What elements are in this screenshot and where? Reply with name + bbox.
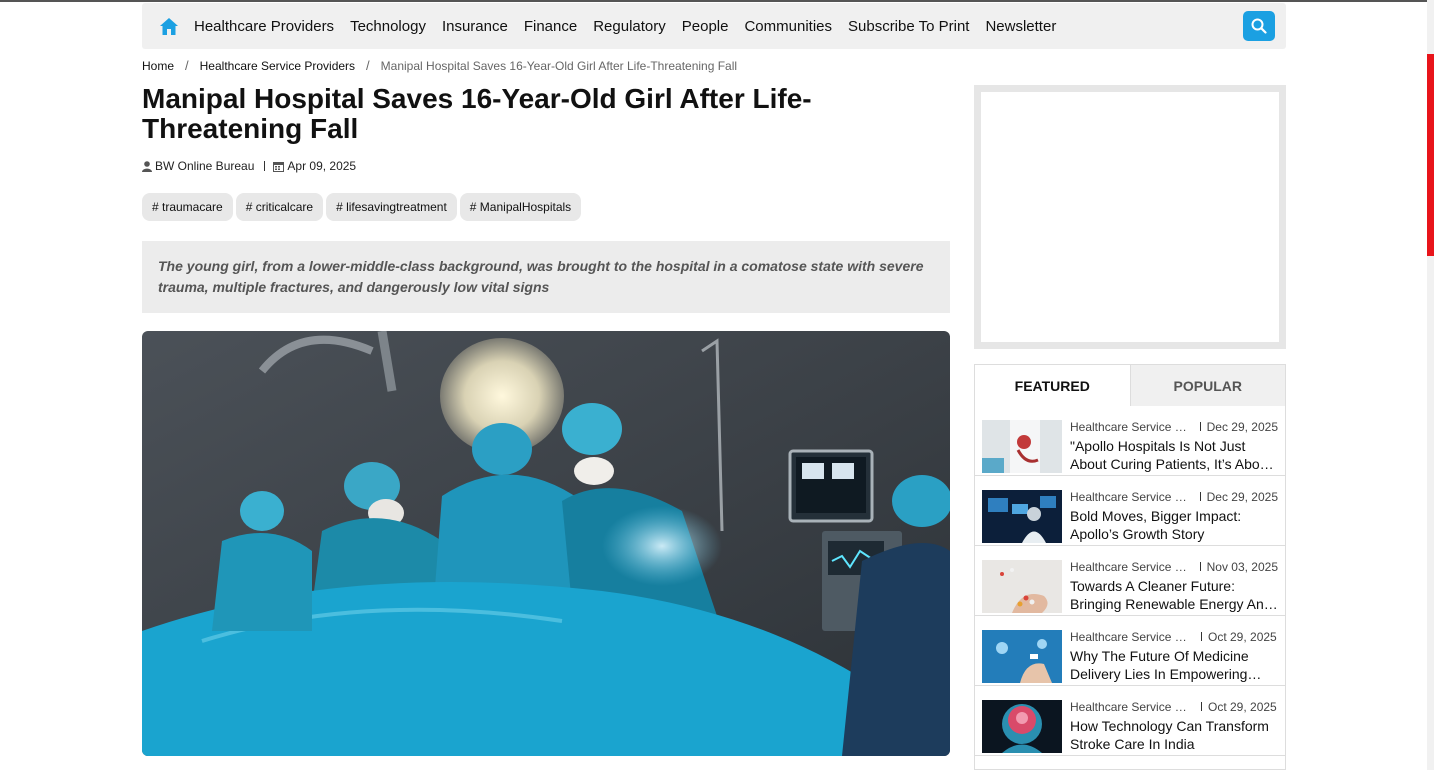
breadcrumb-current: Manipal Hospital Saves 16-Year-Old Girl … [380, 58, 738, 73]
item-divider [1199, 422, 1201, 431]
breadcrumb-home[interactable]: Home [142, 59, 174, 73]
list-item[interactable]: Healthcare Service Providers Dec 29, 2025… [975, 476, 1285, 546]
item-headline[interactable]: How Technology Can Transform Stroke Care… [1070, 717, 1278, 753]
item-date: Dec 29, 2025 [1206, 419, 1278, 434]
ad-slot [974, 85, 1286, 349]
article-summary: The young girl, from a lower-middle-clas… [142, 241, 950, 313]
item-category[interactable]: Healthcare Service Providers [1070, 700, 1192, 714]
calendar-icon [273, 161, 285, 172]
publish-date: Apr 09, 2025 [287, 159, 357, 173]
list-item[interactable]: Healthcare Service Providers Oct 29, 2025… [975, 616, 1285, 686]
thumbnail-image[interactable] [982, 420, 1062, 473]
item-category[interactable]: Healthcare Service Providers [1070, 560, 1191, 574]
main-nav: Healthcare Providers Technology Insuranc… [142, 3, 1286, 49]
nav-item-people[interactable]: People [682, 18, 729, 35]
tag-criticalcare[interactable]: # criticalcare [235, 193, 324, 221]
user-icon [142, 160, 152, 172]
item-category[interactable]: Healthcare Service Providers [1070, 630, 1192, 644]
item-headline[interactable]: Bold Moves, Bigger Impact: Apollo’s Grow… [1070, 507, 1278, 543]
article-meta: BW Online Bureau Apr 09, 2025 [142, 159, 356, 173]
breadcrumb-separator: / [366, 58, 370, 73]
tag-lifesavingtreatment[interactable]: # lifesavingtreatment [326, 193, 457, 221]
tag-traumacare[interactable]: # traumacare [142, 193, 233, 221]
item-divider [1201, 632, 1202, 641]
nav-item-healthcare-providers[interactable]: Healthcare Providers [194, 18, 334, 35]
item-date: Oct 29, 2025 [1208, 629, 1277, 644]
item-date: Dec 29, 2025 [1206, 489, 1278, 504]
thumbnail-image[interactable] [982, 630, 1062, 683]
list-item[interactable]: Healthcare Service Providers Oct 29, 2025… [975, 686, 1285, 756]
sidebar-tabs: FEATURED POPULAR [974, 364, 1286, 406]
item-category[interactable]: Healthcare Service Providers [1070, 490, 1191, 504]
author-name[interactable]: BW Online Bureau [155, 159, 254, 173]
meta-divider [264, 161, 266, 171]
top-border [0, 0, 1434, 2]
item-divider [1199, 492, 1201, 501]
item-divider [1199, 562, 1201, 571]
thumbnail-image[interactable] [982, 560, 1062, 613]
search-button[interactable] [1243, 11, 1275, 41]
featured-list: Healthcare Service Providers Dec 29, 2025… [974, 406, 1286, 770]
home-icon[interactable] [158, 15, 180, 37]
item-headline[interactable]: "Apollo Hospitals Is Not Just About Curi… [1070, 437, 1278, 473]
item-date: Oct 29, 2025 [1208, 699, 1277, 714]
search-icon [1251, 18, 1267, 34]
breadcrumb: Home / Healthcare Service Providers / Ma… [142, 58, 737, 73]
tag-manipalhospitals[interactable]: # ManipalHospitals [459, 193, 582, 221]
breadcrumb-section[interactable]: Healthcare Service Providers [200, 59, 355, 73]
tag-list: # traumacare # criticalcare # lifesaving… [142, 193, 584, 221]
item-date: Nov 03, 2025 [1206, 559, 1278, 574]
list-item[interactable]: Healthcare Service Providers Nov 03, 2025… [975, 546, 1285, 616]
nav-item-regulatory[interactable]: Regulatory [593, 18, 666, 35]
item-category[interactable]: Healthcare Service Providers [1070, 420, 1191, 434]
item-headline[interactable]: Towards A Cleaner Future: Bringing Renew… [1070, 577, 1278, 613]
page-title: Manipal Hospital Saves 16-Year-Old Girl … [142, 83, 812, 144]
nav-item-communities[interactable]: Communities [744, 18, 832, 35]
nav-item-technology[interactable]: Technology [350, 18, 426, 35]
list-item[interactable]: Healthcare Service Providers Dec 29, 2025… [975, 406, 1285, 476]
nav-item-subscribe-to-print[interactable]: Subscribe To Print [848, 18, 969, 35]
nav-item-insurance[interactable]: Insurance [442, 18, 508, 35]
item-headline[interactable]: Why The Future Of Medicine Delivery Lies… [1070, 647, 1278, 683]
hero-image [142, 331, 950, 756]
thumbnail-image[interactable] [982, 700, 1062, 753]
tab-featured[interactable]: FEATURED [975, 365, 1131, 406]
item-divider [1201, 702, 1202, 711]
nav-item-newsletter[interactable]: Newsletter [985, 18, 1056, 35]
nav-item-finance[interactable]: Finance [524, 18, 577, 35]
ad-frame[interactable] [981, 92, 1279, 342]
thumbnail-image[interactable] [982, 490, 1062, 543]
tab-popular[interactable]: POPULAR [1130, 365, 1285, 406]
scrollbar-thumb[interactable] [1427, 54, 1434, 256]
breadcrumb-separator: / [185, 58, 189, 73]
